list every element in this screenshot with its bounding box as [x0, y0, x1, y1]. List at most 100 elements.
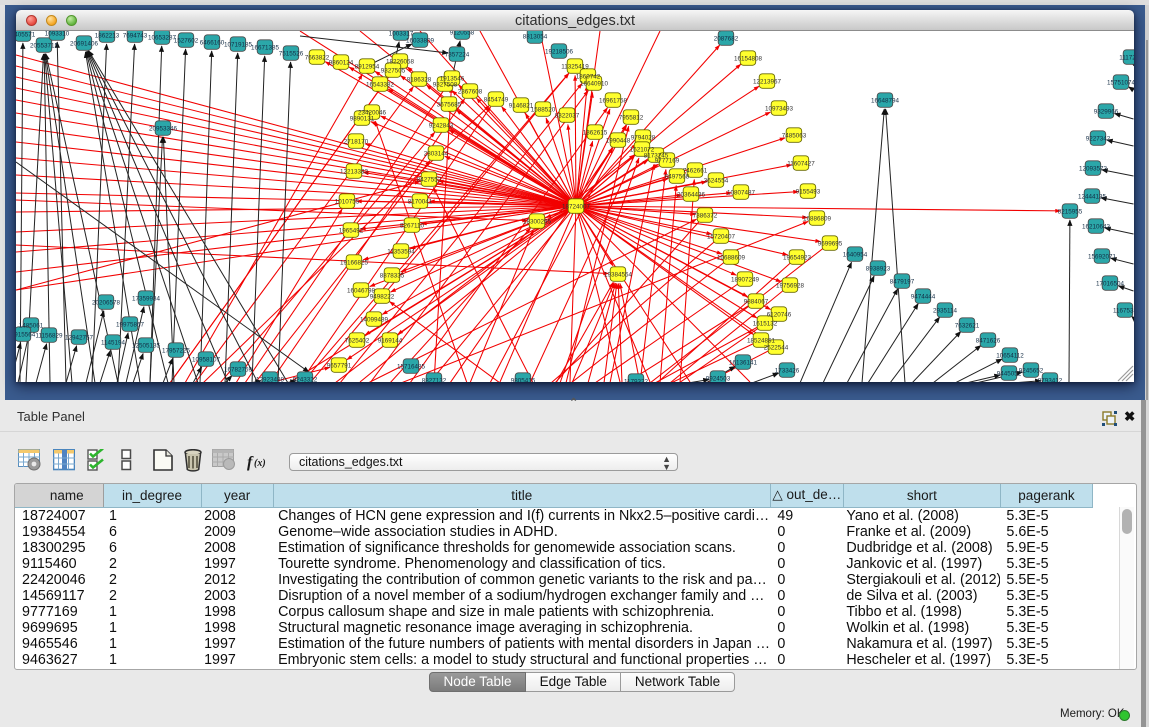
svg-text:1860742: 1860742 — [576, 74, 601, 81]
svg-text:1990448: 1990448 — [606, 138, 631, 145]
svg-text:1117253: 1117253 — [1119, 55, 1134, 62]
svg-text:18300295: 18300295 — [523, 219, 552, 226]
svg-text:10807487: 10807487 — [727, 190, 756, 197]
svg-text:19975867: 19975867 — [116, 322, 145, 329]
svg-text:9890131: 9890131 — [350, 116, 375, 123]
svg-text:7485063: 7485063 — [782, 133, 807, 140]
svg-text:1527602: 1527602 — [174, 38, 199, 45]
svg-text:8479197: 8479197 — [890, 279, 915, 286]
svg-text:6120746: 6120746 — [767, 312, 792, 319]
svg-text:20553715: 20553715 — [30, 43, 59, 50]
svg-text:8454749: 8454749 — [484, 97, 509, 104]
svg-text:8170041: 8170041 — [408, 199, 433, 206]
svg-text:8813054: 8813054 — [523, 34, 548, 41]
svg-text:6466160: 6466160 — [200, 40, 225, 47]
svg-text:9329966: 9329966 — [1094, 109, 1119, 116]
svg-text:16961758: 16961758 — [599, 98, 628, 105]
svg-text:2522544: 2522544 — [764, 345, 789, 352]
svg-text:17359934: 17359934 — [132, 296, 161, 303]
svg-text:8267110: 8267110 — [400, 223, 425, 230]
svg-text:8878335: 8878335 — [380, 273, 405, 280]
svg-text:8186328: 8186328 — [407, 77, 432, 84]
svg-text:2087682: 2087682 — [714, 36, 739, 43]
svg-text:16136141: 16136141 — [729, 360, 758, 367]
svg-text:9155493: 9155493 — [796, 189, 821, 196]
svg-text:16782759: 16782759 — [224, 367, 253, 374]
svg-text:9169144: 9169144 — [378, 338, 403, 345]
svg-text:9777169: 9777169 — [655, 158, 680, 165]
svg-text:8938923: 8938923 — [866, 266, 891, 273]
svg-text:1362615: 1362615 — [583, 130, 608, 137]
svg-text:8471626: 8471626 — [976, 338, 1001, 345]
svg-text:(x): (x) — [254, 458, 266, 469]
svg-text:1913546: 1913546 — [440, 76, 465, 83]
svg-text:9794028: 9794028 — [631, 135, 656, 142]
svg-text:19218506: 19218506 — [545, 49, 574, 56]
svg-text:16671385: 16671385 — [251, 45, 280, 52]
svg-text:9327505: 9327505 — [381, 68, 406, 75]
svg-text:20364436: 20364436 — [677, 192, 706, 199]
svg-text:9243322: 9243322 — [293, 377, 318, 383]
svg-text:1588520: 1588520 — [531, 107, 556, 114]
svg-text:8322037: 8322037 — [555, 113, 580, 120]
svg-text:8827132: 8827132 — [422, 378, 447, 383]
svg-text:1733426: 1733426 — [775, 368, 800, 375]
svg-text:1405571: 1405571 — [16, 32, 36, 39]
svg-text:7663822: 7663822 — [305, 55, 330, 62]
svg-text:12444135: 12444135 — [1078, 194, 1107, 201]
svg-text:6497568: 6497568 — [665, 174, 690, 181]
svg-text:9657791: 9657791 — [327, 363, 352, 370]
svg-text:12942757: 12942757 — [65, 335, 94, 342]
svg-text:f: f — [247, 454, 254, 471]
svg-text:7357224: 7357224 — [445, 52, 470, 59]
svg-text:18226058: 18226058 — [386, 59, 415, 66]
svg-text:1093310: 1093310 — [45, 31, 70, 38]
svg-text:12923488: 12923488 — [256, 377, 285, 383]
svg-text:9699695: 9699695 — [818, 241, 843, 248]
svg-text:11325419: 11325419 — [561, 64, 589, 71]
svg-text:19654923: 19654923 — [783, 255, 812, 262]
svg-text:16886809: 16886809 — [803, 216, 832, 223]
svg-text:1862213: 1862213 — [95, 33, 120, 40]
svg-text:1485061: 1485061 — [19, 323, 44, 330]
svg-text:10719185: 10719185 — [224, 42, 253, 49]
svg-text:9227342: 9227342 — [1086, 136, 1111, 143]
svg-text:10653287: 10653287 — [148, 35, 177, 42]
svg-text:1179322: 1179322 — [624, 379, 649, 383]
svg-text:15692071: 15692071 — [1088, 254, 1117, 261]
svg-text:17957225: 17957225 — [162, 348, 191, 355]
svg-text:12505135: 12505135 — [132, 343, 161, 350]
svg-text:14099489: 14099489 — [360, 317, 389, 324]
svg-text:11156829: 11156829 — [35, 333, 63, 340]
svg-text:1010755: 1010755 — [335, 199, 360, 206]
svg-text:19166825: 19166825 — [340, 260, 369, 267]
svg-text:1640954: 1640954 — [843, 252, 868, 259]
svg-text:16648794: 16648794 — [871, 98, 900, 105]
svg-text:10958107: 10958107 — [192, 357, 221, 364]
svg-text:11607427: 11607427 — [787, 161, 815, 168]
svg-text:20691406: 20691406 — [70, 41, 99, 48]
svg-text:8912954: 8912954 — [355, 64, 380, 71]
svg-text:3675685: 3675685 — [437, 102, 462, 109]
svg-text:10688609: 10688609 — [717, 255, 746, 262]
svg-text:9498222: 9498222 — [370, 294, 395, 301]
svg-text:18724007: 18724007 — [562, 204, 591, 211]
svg-text:15716485: 15716485 — [397, 364, 426, 371]
svg-text:7462661: 7462661 — [683, 168, 708, 175]
svg-text:9120558: 9120558 — [450, 31, 475, 37]
svg-text:20206578: 20206578 — [92, 300, 121, 307]
svg-text:2718170: 2718170 — [344, 139, 369, 146]
svg-text:7386372: 7386372 — [693, 213, 718, 220]
svg-text:2367608: 2367608 — [458, 89, 483, 96]
svg-text:1145194: 1145194 — [101, 340, 126, 347]
svg-text:18907249: 18907249 — [731, 277, 760, 284]
svg-text:20953346: 20953346 — [149, 126, 178, 133]
svg-text:8427552: 8427552 — [417, 177, 442, 184]
svg-text:9805415: 9805415 — [511, 378, 536, 383]
svg-text:2935114: 2935114 — [933, 308, 958, 315]
svg-text:9245652: 9245652 — [1019, 368, 1044, 375]
svg-text:9327508: 9327508 — [433, 82, 458, 89]
svg-text:15720407: 15720407 — [707, 234, 736, 241]
svg-text:19384554: 19384554 — [604, 272, 633, 279]
svg-text:18524851: 18524851 — [747, 338, 776, 345]
